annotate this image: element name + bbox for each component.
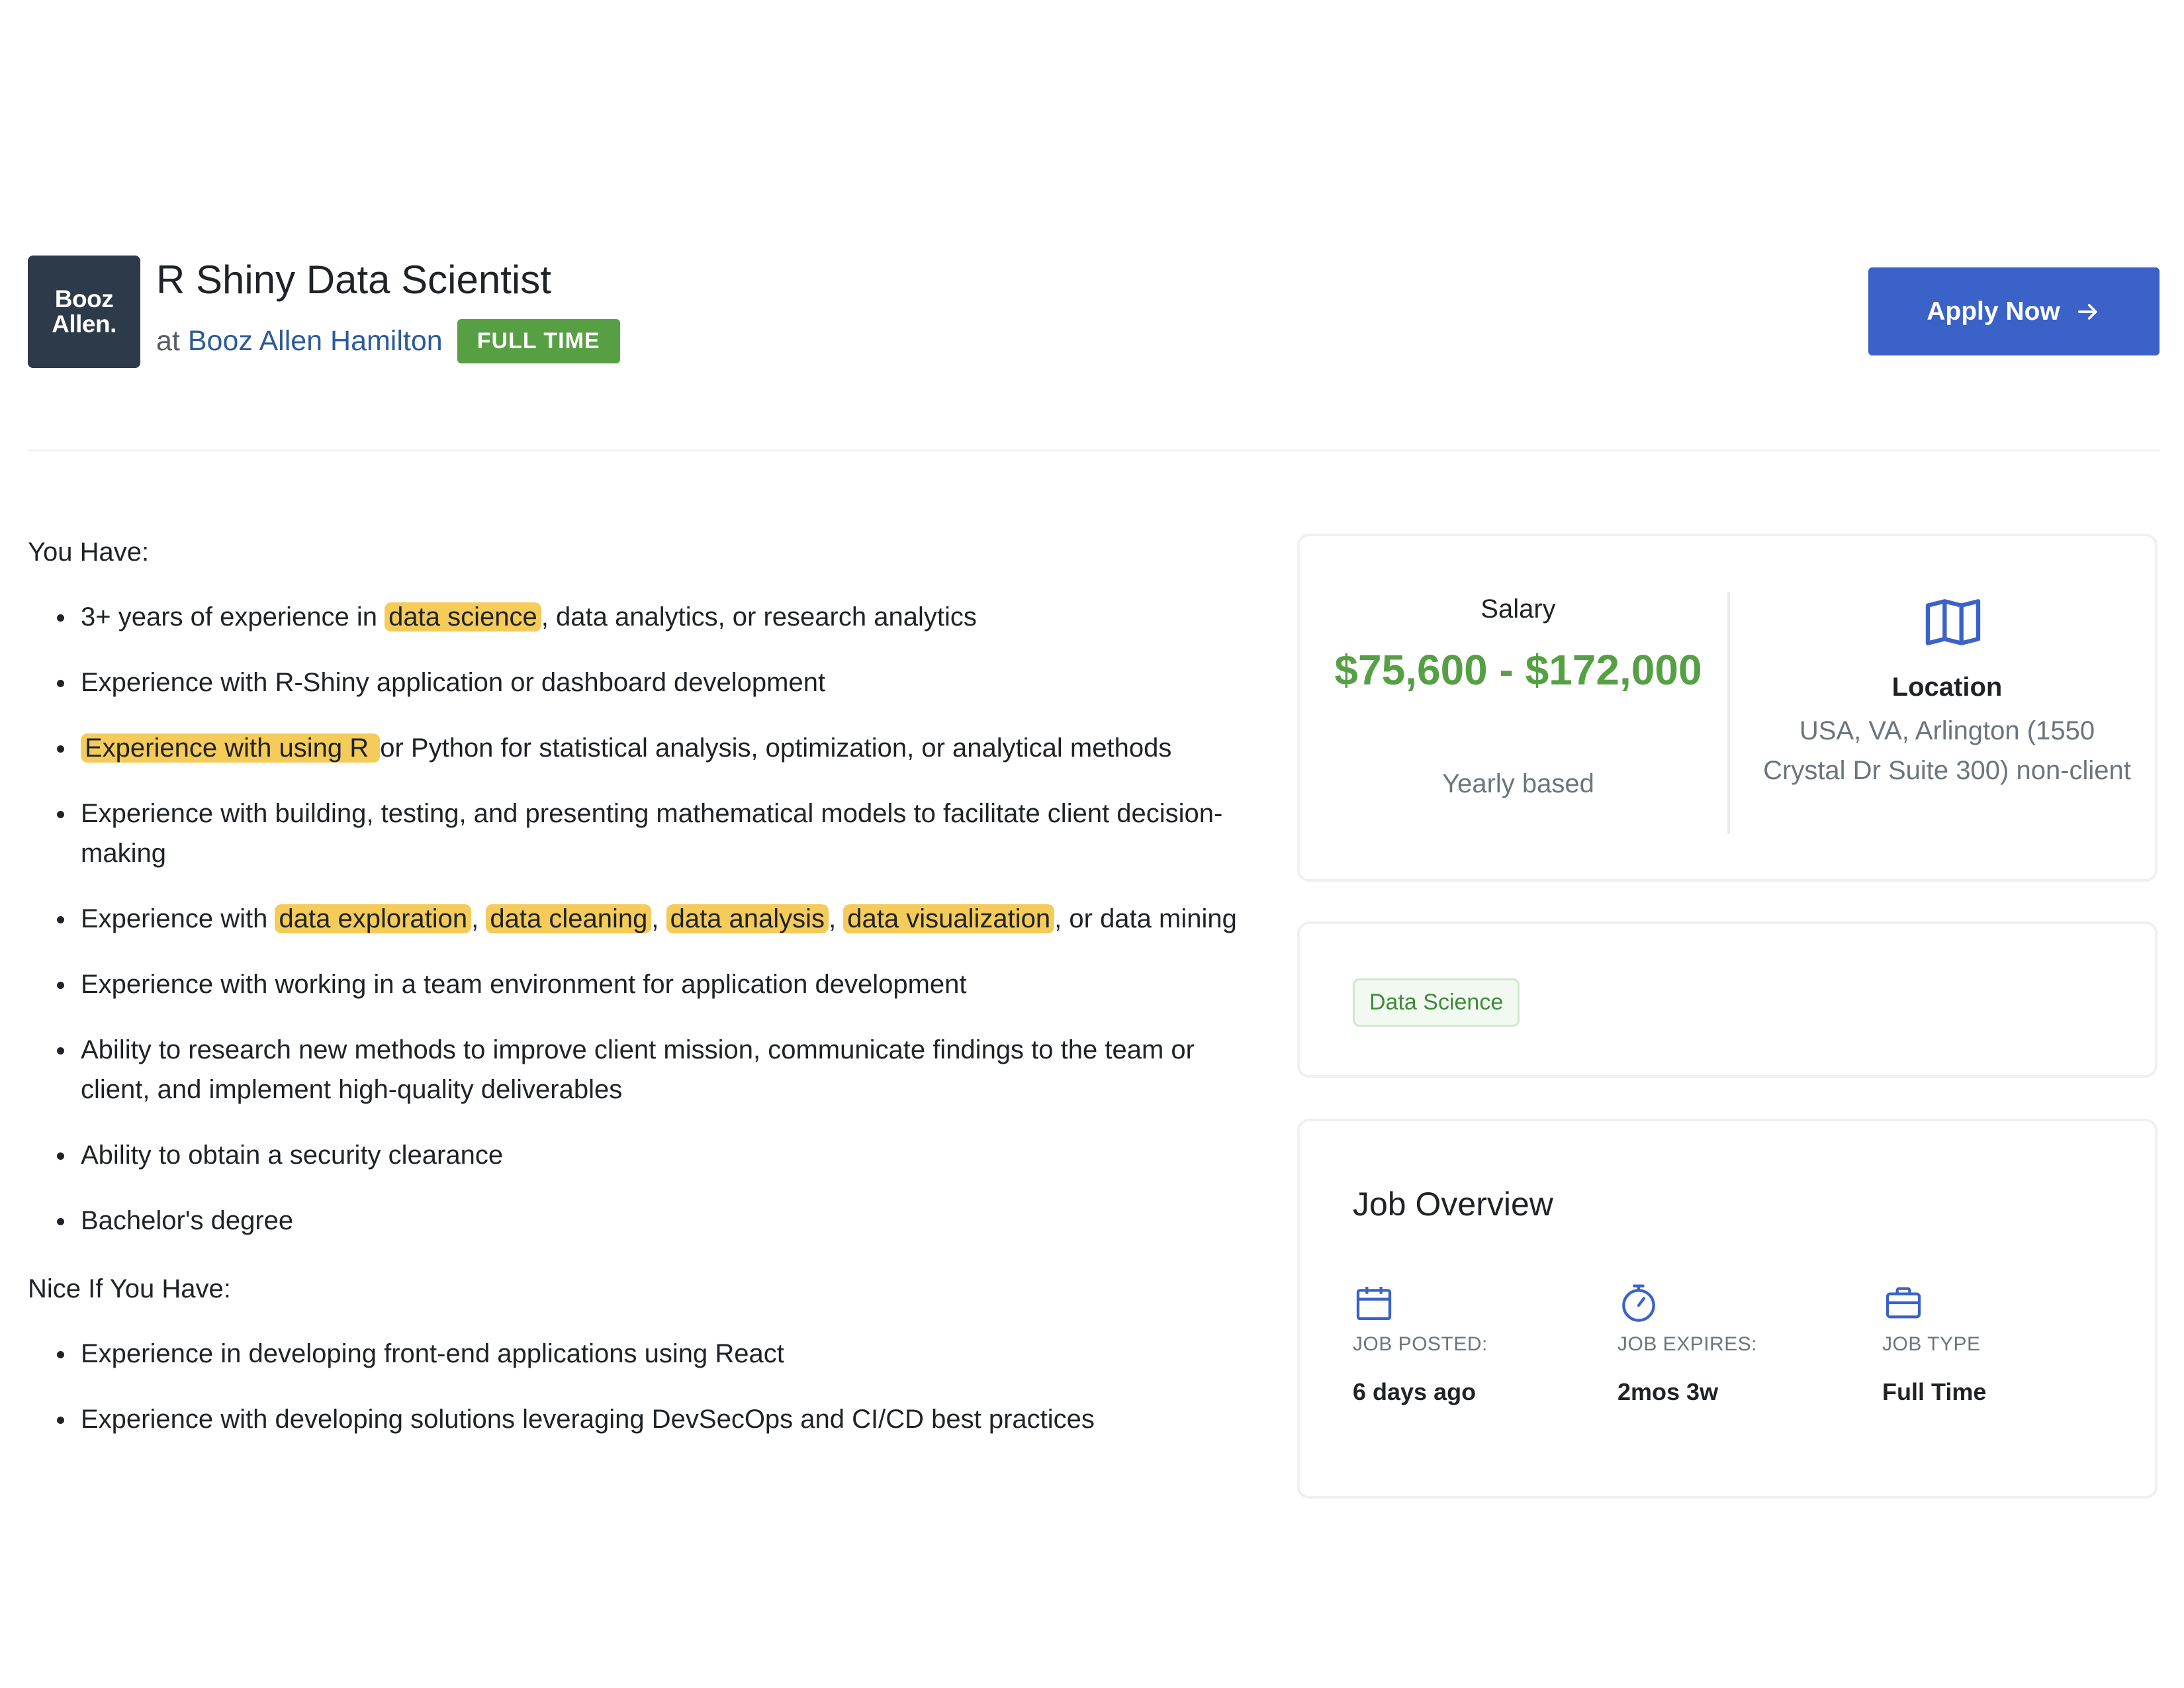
job-type-item: JOB TYPE Full Time [1882, 1282, 2134, 1406]
logo-line-1: Booz [54, 285, 114, 312]
list-item: Experience with R-Shiny application or d… [28, 663, 1259, 702]
list-item-text: Experience with R-Shiny application or d… [81, 668, 826, 697]
list-item: Experience with building, testing, and p… [28, 794, 1259, 873]
header-divider [28, 449, 2160, 451]
list-item: Ability to research new methods to impro… [28, 1030, 1259, 1109]
you-have-heading: You Have: [28, 538, 150, 567]
category-tag[interactable]: Data Science [1353, 978, 1520, 1027]
job-overview-title: Job Overview [1353, 1186, 1553, 1223]
list-item: Experience with data exploration, data c… [28, 899, 1259, 939]
highlighted-keyword: Experience with using R [81, 733, 381, 763]
job-expires-value: 2mos 3w [1617, 1378, 1719, 1405]
highlighted-keyword: data cleaning [486, 904, 652, 933]
list-item: Ability to obtain a security clearance [28, 1135, 1259, 1175]
list-item: Experience in developing front-end appli… [28, 1334, 1259, 1374]
salary-location-card: Salary $75,600 - $172,000 Yearly based L… [1297, 534, 2158, 882]
list-item-text: , or data mining [1054, 904, 1237, 933]
list-item-text: Ability to obtain a security clearance [81, 1141, 504, 1170]
location-label: Location [1891, 673, 2003, 702]
map-icon [1925, 599, 1981, 645]
list-item-text: Experience in developing front-end appli… [81, 1339, 784, 1368]
list-item-text: , [651, 904, 666, 933]
list-item: Experience with using R or Python for st… [28, 728, 1259, 768]
list-item: Experience with working in a team enviro… [28, 964, 1259, 1004]
nice-to-have-list: Experience in developing front-end appli… [28, 1334, 1259, 1439]
list-item-text: Experience with developing solutions lev… [81, 1405, 1095, 1434]
list-item-text: Experience with [81, 904, 275, 933]
job-posted-value: 6 days ago [1353, 1378, 1477, 1405]
company-logo: Booz Allen. [28, 256, 140, 368]
salary-basis: Yearly based [1442, 769, 1594, 798]
list-item-text: 3+ years of experience in [81, 602, 385, 632]
job-subline: at Booz Allen Hamilton FULL TIME [156, 319, 620, 363]
arrow-right-icon [2077, 303, 2097, 320]
list-item-text: or Python for statistical analysis, opti… [380, 733, 1172, 763]
highlighted-keyword: data analysis [666, 904, 829, 933]
job-description: You Have: 3+ years of experience in data… [28, 530, 1259, 1465]
job-type-value: Full Time [1882, 1378, 1987, 1405]
job-expires-label: JOB EXPIRES: [1617, 1333, 1758, 1355]
highlighted-keyword: data exploration [275, 904, 472, 933]
stopwatch-icon [1622, 1284, 1655, 1322]
list-item-text: Experience with building, testing, and p… [81, 799, 1223, 868]
list-item-text: Ability to research new methods to impro… [81, 1035, 1195, 1104]
salary-value: $75,600 - $172,000 [1334, 646, 1702, 694]
list-item-text: Bachelor's degree [81, 1206, 294, 1235]
logo-line-2: Allen. [52, 310, 116, 338]
job-expires-item: JOB EXPIRES: 2mos 3w [1617, 1282, 1869, 1406]
location-section: Location USA, VA, Arlington (1550 Crysta… [1737, 536, 2158, 879]
job-type-label: JOB TYPE [1882, 1333, 1981, 1355]
briefcase-icon [1886, 1287, 1921, 1319]
highlighted-keyword: data science [385, 602, 541, 632]
job-posted-item: JOB POSTED: 6 days ago [1353, 1282, 1604, 1406]
list-item: Experience with developing solutions lev… [28, 1399, 1259, 1439]
nice-to-have-heading: Nice If You Have: [28, 1274, 231, 1303]
list-item-text: Experience with working in a team enviro… [81, 970, 967, 999]
list-item: 3+ years of experience in data science, … [28, 597, 1259, 637]
job-overview-card: Job Overview JOB POSTED: 6 days ago JOB … [1297, 1119, 2158, 1499]
job-posted-label: JOB POSTED: [1353, 1333, 1488, 1355]
column-divider [1727, 592, 1730, 834]
salary-section: Salary $75,600 - $172,000 Yearly based [1300, 536, 1737, 879]
highlighted-keyword: data visualization [843, 904, 1055, 933]
job-title: R Shiny Data Scientist [156, 258, 551, 302]
job-type-badge: FULL TIME [457, 319, 620, 363]
list-item-text: , data analytics, or research analytics [541, 602, 977, 632]
salary-label: Salary [1480, 594, 1556, 624]
list-item: Bachelor's degree [28, 1201, 1259, 1241]
list-item-text: , [829, 904, 844, 933]
apply-now-label: Apply Now [1927, 297, 2060, 326]
apply-now-button[interactable]: Apply Now [1868, 267, 2160, 355]
calendar-icon [1356, 1287, 1392, 1321]
you-have-list: 3+ years of experience in data science, … [28, 597, 1259, 1241]
at-word: at [156, 325, 180, 357]
location-value: USA, VA, Arlington (1550 Crystal Dr Suit… [1763, 716, 2131, 785]
company-link[interactable]: Booz Allen Hamilton [188, 325, 443, 357]
tags-card: Data Science [1297, 921, 2158, 1078]
list-item-text: , [471, 904, 486, 933]
